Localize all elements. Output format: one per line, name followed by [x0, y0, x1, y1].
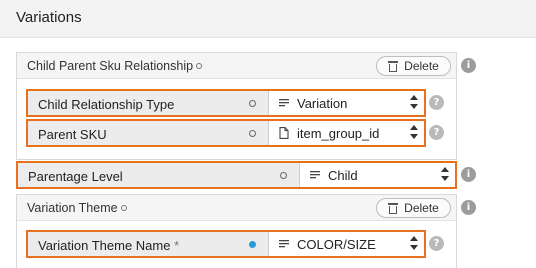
document-icon: [277, 126, 291, 140]
group-title: Variation Theme: [27, 201, 127, 215]
help-icon[interactable]: ?: [429, 236, 444, 251]
select-arrows-icon: [410, 236, 418, 250]
delete-button-label: Delete: [404, 201, 439, 215]
delete-button[interactable]: Delete: [376, 198, 451, 218]
list-icon: [308, 168, 322, 182]
status-ring-icon: [120, 205, 127, 211]
section-title: Variations: [16, 9, 82, 26]
status-dot-icon: [249, 241, 256, 248]
child-parent-group-header: Child Parent Sku Relationship Delete: [17, 53, 456, 79]
field-label: Parent SKU: [38, 127, 107, 142]
variation-theme-name-row: Variation Theme Name * COLOR/SIZE: [26, 230, 426, 258]
delete-button-label: Delete: [404, 59, 439, 73]
parent-sku-row: Parent SKU item_group_id: [26, 119, 426, 147]
variation-theme-name-select[interactable]: COLOR/SIZE: [268, 232, 424, 256]
delete-button[interactable]: Delete: [376, 56, 451, 76]
list-icon: [277, 237, 291, 251]
list-icon: [277, 96, 291, 110]
parent-sku-select[interactable]: item_group_id: [268, 121, 424, 145]
child-relationship-type-select[interactable]: Variation: [268, 91, 424, 115]
field-label: Variation Theme Name *: [38, 238, 180, 253]
group-title: Child Parent Sku Relationship: [27, 59, 203, 73]
child-relationship-type-row: Child Relationship Type Variation: [26, 89, 426, 117]
select-value: Child: [328, 167, 358, 183]
status-ring-icon: [249, 100, 256, 107]
status-ring-icon: [196, 63, 203, 69]
field-label: Parentage Level: [28, 169, 123, 184]
parentage-level-select[interactable]: Child: [299, 163, 455, 187]
info-icon[interactable]: i: [461, 200, 476, 215]
info-icon[interactable]: i: [461, 58, 476, 73]
variation-theme-group-header: Variation Theme Delete: [17, 195, 456, 221]
select-value: COLOR/SIZE: [297, 236, 376, 252]
required-marker: *: [174, 238, 180, 253]
select-arrows-icon: [410, 125, 418, 139]
help-icon[interactable]: ?: [429, 125, 444, 140]
status-ring-icon: [280, 172, 287, 179]
section-header: Variations: [0, 0, 536, 38]
parentage-level-row: Parentage Level Child: [16, 161, 457, 189]
field-label: Child Relationship Type: [38, 97, 175, 112]
trash-icon: [388, 60, 399, 72]
select-arrows-icon: [441, 167, 449, 181]
status-ring-icon: [249, 130, 256, 137]
info-icon[interactable]: i: [461, 167, 476, 182]
select-value: item_group_id: [297, 125, 380, 141]
select-arrows-icon: [410, 95, 418, 109]
trash-icon: [388, 202, 399, 214]
select-value: Variation: [297, 95, 348, 111]
help-icon[interactable]: ?: [429, 95, 444, 110]
